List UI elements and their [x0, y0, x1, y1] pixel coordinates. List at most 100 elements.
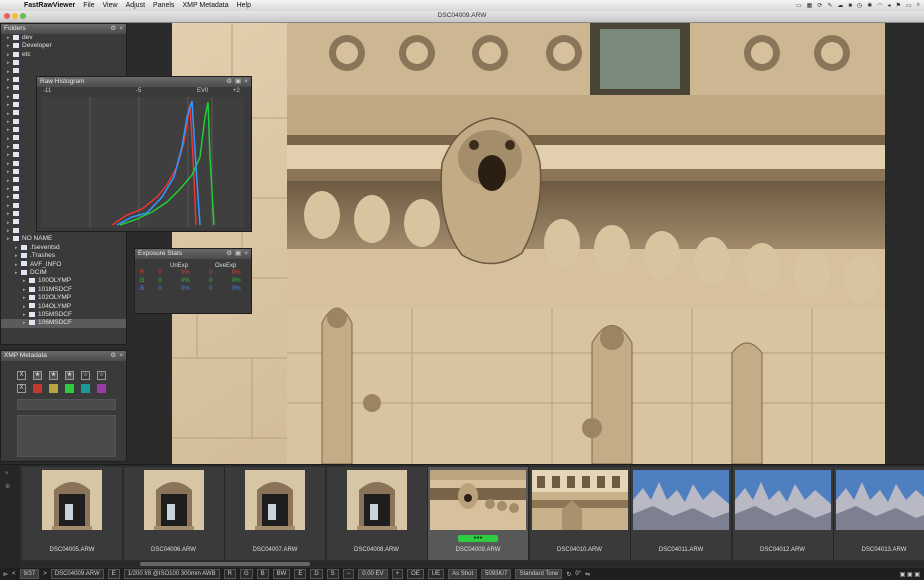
white-balance-value[interactable]: 5093K/7 [481, 569, 512, 579]
pen-icon[interactable]: ✎ [827, 2, 832, 9]
prev-button[interactable]: < [12, 571, 16, 577]
folder-item[interactable]: ▸ etc [1, 51, 126, 59]
menu-adjust[interactable]: Adjust [126, 2, 145, 9]
main-image-view[interactable] [172, 23, 885, 464]
folder-item[interactable]: ▸ NO NAME [1, 235, 126, 243]
detach-icon[interactable]: ▣ [235, 77, 241, 87]
menu-file[interactable]: File [83, 2, 94, 9]
menu-view[interactable]: View [103, 2, 118, 9]
folder-item[interactable]: ▸ 102OLYMP [1, 294, 126, 302]
channel-b-button[interactable]: B [256, 569, 269, 579]
folder-item[interactable]: ▸ DCIM [1, 269, 126, 277]
folder-icon [13, 76, 19, 82]
channel-r-button[interactable]: R [223, 569, 236, 579]
status-nav-icon[interactable]: ⊳ [3, 571, 8, 578]
clock-icon[interactable]: ◷ [857, 2, 862, 9]
filmstrip-thumbnail[interactable]: DSC04011.ARW [631, 467, 732, 560]
detach-icon[interactable]: ▣ [235, 249, 241, 259]
close-icon[interactable]: × [119, 24, 123, 34]
histogram-panel-title: Raw Histogram [40, 78, 85, 85]
white-balance-select[interactable]: As Shot [448, 569, 478, 579]
close-icon[interactable]: × [119, 351, 123, 361]
filmstrip-thumbnail[interactable]: DSC04010.ARW [529, 467, 631, 560]
exposure-plus-button[interactable]: + [391, 569, 404, 579]
filmstrip-thumbnail[interactable]: DSC04005.ARW [22, 467, 123, 560]
tone-curve-select[interactable]: Standard Tone [515, 569, 563, 579]
gear-icon[interactable]: ⚙ [226, 249, 232, 259]
bluetooth-icon[interactable]: ✱ [867, 2, 872, 9]
menu-help[interactable]: Help [237, 2, 251, 9]
reject-button[interactable]: X [17, 371, 26, 380]
battery-icon[interactable]: ▭ [906, 2, 912, 9]
exposure-value[interactable]: 0.00 EV [358, 569, 388, 579]
menu-xmp-metadata[interactable]: XMP Metadata [182, 2, 228, 9]
sync-icon[interactable]: ⟳ [817, 2, 822, 9]
filmstrip-thumbnail[interactable]: DSC04013.ARW [834, 467, 924, 560]
xmp-title-field[interactable] [17, 399, 116, 410]
display-icon[interactable]: ▦ [807, 2, 813, 9]
volume-icon[interactable]: ◂ [888, 2, 891, 9]
filmstrip-thumbnail[interactable]: ●●● DSC04009.ARW [428, 467, 529, 560]
flag-d-button[interactable]: D [310, 569, 323, 579]
rating-star-5[interactable]: ☆ [97, 371, 106, 380]
info-button[interactable]: E [107, 569, 120, 579]
underexposure-button[interactable]: UE [427, 569, 445, 579]
menu-panels[interactable]: Panels [153, 2, 174, 9]
channel-g-button[interactable]: G [239, 569, 253, 579]
filmstrip-thumbnail[interactable]: DSC04008.ARW [326, 467, 428, 560]
folder-item[interactable]: ▸ 100OLYMP [1, 277, 126, 285]
folder-item[interactable]: ▸ 106MSDCF [1, 319, 126, 328]
folder-item[interactable]: ▸ dev [1, 34, 126, 42]
rating-star-2[interactable]: ★ [49, 371, 58, 380]
folder-item[interactable]: ▸ Developer [1, 42, 126, 50]
folder-item[interactable]: ▸ 104OLYMP [1, 303, 126, 311]
close-icon[interactable]: × [244, 77, 248, 87]
gear-icon[interactable]: ⚙ [110, 24, 116, 34]
filmstrip-thumbnail[interactable]: DSC04007.ARW [225, 467, 326, 560]
flag-e-button[interactable]: E [294, 569, 307, 579]
flag-s-button[interactable]: S [326, 569, 339, 579]
folder-item[interactable]: ▸ [1, 68, 126, 76]
rating-star-4[interactable]: ☆ [81, 371, 90, 380]
label-color-yellow[interactable] [49, 384, 58, 393]
label-color-red[interactable] [33, 384, 42, 393]
folder-item[interactable]: ▸ AVF_INFO [1, 261, 126, 269]
label-color-purple[interactable] [97, 384, 106, 393]
flag-icon[interactable]: ⚑ [896, 2, 901, 9]
wifi-icon[interactable]: ◠ [877, 2, 882, 9]
filmstrip-close-icon[interactable]: × [5, 471, 15, 477]
folder-item[interactable]: ▸ .Trashes [1, 252, 126, 260]
label-color-cyan[interactable] [81, 384, 90, 393]
frame-counter[interactable]: 9/37 [19, 569, 40, 579]
channel-bw-button[interactable]: BW [272, 569, 291, 579]
filmstrip-thumbnail[interactable]: DSC04006.ARW [123, 467, 225, 560]
gear-icon[interactable]: ⚙ [110, 351, 116, 361]
xmp-description-field[interactable] [17, 415, 116, 457]
filmstrip-scrollbar[interactable] [20, 561, 924, 567]
gear-icon[interactable]: ⚙ [226, 77, 232, 87]
rating-star-1[interactable]: ★ [33, 371, 42, 380]
app-menu[interactable]: FastRawViewer [24, 2, 75, 9]
next-button[interactable]: > [43, 571, 47, 577]
folder-item[interactable]: ▸ 101MSDCF [1, 286, 126, 294]
camera-icon[interactable]: ▭ [796, 2, 802, 9]
layout-icons[interactable]: ▣ ▣ ▣ [900, 571, 920, 578]
exposure-minus-button[interactable]: − [342, 569, 355, 579]
compare-icon[interactable]: ⇋ [585, 571, 590, 578]
rating-star-3[interactable]: ★ [65, 371, 74, 380]
filmstrip-thumbnail[interactable]: DSC04012.ARW [732, 467, 834, 560]
filmstrip-settings-icon[interactable]: ⚙ [5, 483, 15, 490]
histogram-plot[interactable] [42, 97, 244, 227]
overexposure-button[interactable]: OE [407, 569, 424, 579]
status-bar: ⊳ < 9/37 > DSC04009.ARW E 1/200 f/8 @ISO… [0, 568, 924, 580]
stop-icon[interactable]: ■ [848, 3, 852, 9]
rotate-icon[interactable]: ↻ [566, 571, 571, 578]
label-color-green[interactable] [65, 384, 74, 393]
clear-label-button[interactable]: X [17, 384, 26, 393]
close-icon[interactable]: × [244, 249, 248, 259]
folder-item[interactable]: ▸ [1, 59, 126, 67]
folder-item[interactable]: ▸ .fseventsd [1, 244, 126, 252]
spotlight-icon[interactable]: ⌕ [917, 2, 920, 9]
cloud-icon[interactable]: ☁ [837, 2, 843, 9]
folder-item[interactable]: ▸ 105MSDCF [1, 311, 126, 319]
